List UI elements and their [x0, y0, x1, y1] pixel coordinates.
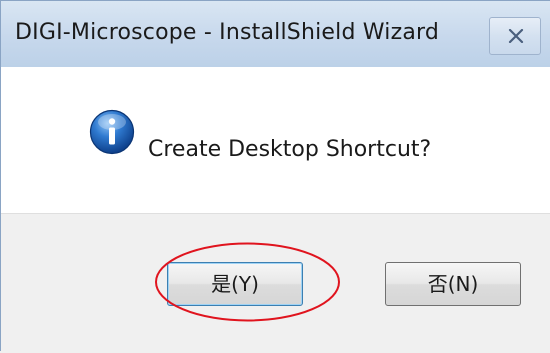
dialog-message: Create Desktop Shortcut? — [148, 137, 432, 162]
no-button[interactable]: 否(N) — [385, 262, 521, 306]
window-title: DIGI-Microscope - InstallShield Wizard — [15, 20, 440, 45]
close-button[interactable] — [489, 17, 541, 55]
installshield-dialog: DIGI-Microscope - InstallShield Wizard C… — [0, 0, 550, 353]
info-icon — [89, 109, 135, 155]
dialog-footer: 是(Y) 否(N) — [1, 213, 550, 353]
yes-button[interactable]: 是(Y) — [167, 262, 303, 306]
title-bar[interactable]: DIGI-Microscope - InstallShield Wizard — [1, 1, 550, 67]
close-icon — [508, 29, 524, 43]
dialog-content: Create Desktop Shortcut? — [1, 67, 550, 213]
